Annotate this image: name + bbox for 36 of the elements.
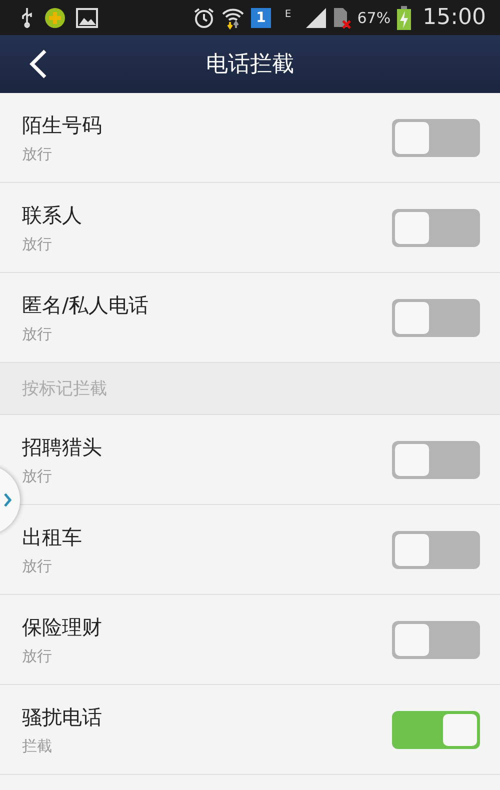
alarm-icon [193, 6, 216, 28]
setting-status: 放行 [22, 324, 53, 344]
toggle-switch[interactable] [392, 530, 480, 568]
setting-title: 招聘猎头 [22, 434, 102, 460]
toggle-switch[interactable] [392, 440, 480, 478]
setting-status: 放行 [22, 144, 53, 164]
setting-status: 放行 [22, 646, 53, 666]
setting-title: 骚扰电话 [22, 704, 102, 730]
setting-status: 放行 [22, 556, 53, 576]
battery-percent: 67% [357, 8, 391, 26]
section-title: 按标记拦截 [22, 378, 107, 400]
chevron-right-icon [4, 493, 12, 507]
battery-charging-icon [396, 6, 411, 30]
screen-title: 电话拦截 [206, 51, 294, 79]
image-icon [76, 8, 98, 28]
signal-icon [305, 6, 328, 28]
setting-status: 放行 [22, 234, 53, 254]
setting-title: 联系人 [22, 202, 82, 228]
plus-circle-icon [44, 6, 66, 28]
setting-title: 陌生号码 [22, 112, 102, 138]
setting-status: 放行 [22, 466, 53, 486]
network-type: E [284, 9, 292, 20]
usb-icon [20, 6, 34, 28]
toggle-switch[interactable] [392, 298, 480, 336]
toggle-switch[interactable] [392, 208, 480, 246]
setting-title: 保险理财 [22, 614, 102, 640]
toggle-switch[interactable] [392, 118, 480, 156]
setting-status: 拦截 [22, 736, 53, 756]
setting-title: 匿名/私人电话 [22, 292, 149, 318]
back-icon[interactable] [28, 49, 48, 79]
setting-title: 出租车 [22, 524, 82, 550]
sim-badge: 1 [251, 8, 271, 28]
clock: 15:00 [422, 5, 486, 30]
toggle-switch[interactable] [392, 620, 480, 658]
toggle-switch[interactable] [392, 710, 480, 748]
no-sim-icon [333, 6, 352, 28]
